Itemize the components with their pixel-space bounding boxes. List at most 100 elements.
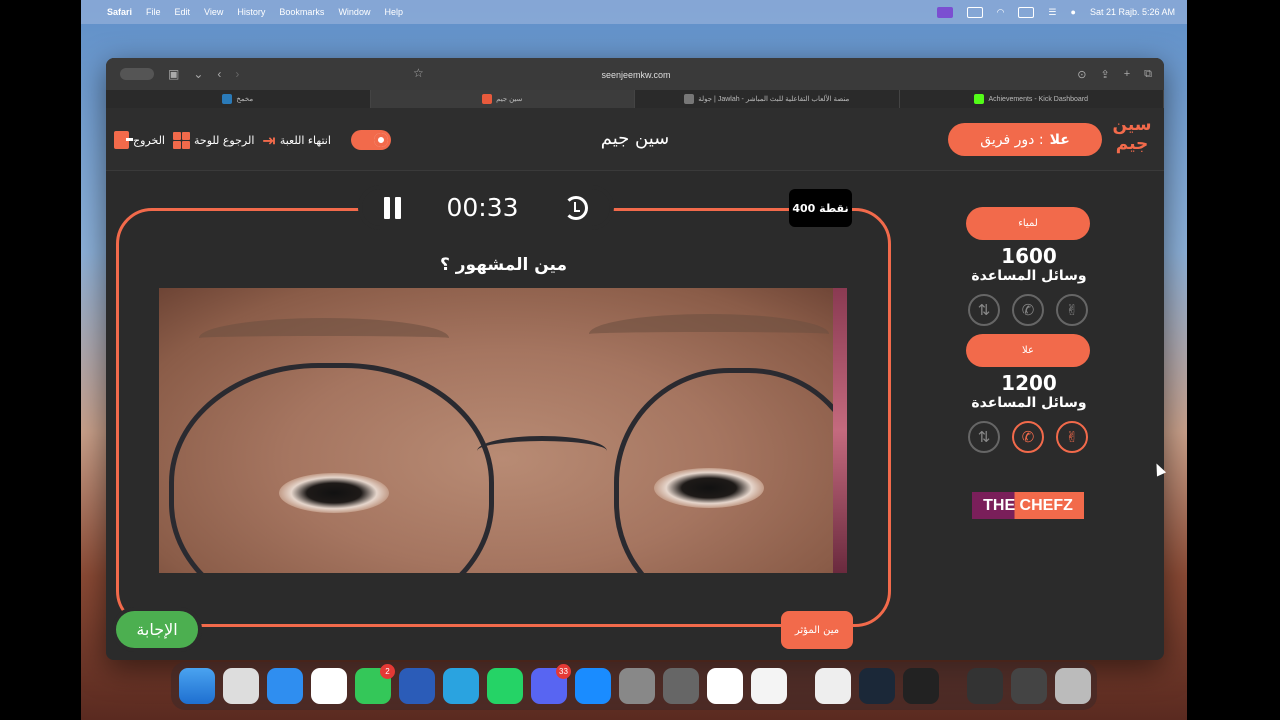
- peace-aid-icon[interactable]: ✌: [1056, 421, 1088, 453]
- menu-history[interactable]: History: [237, 7, 265, 17]
- image-brow-right: [589, 314, 829, 354]
- telegram-icon[interactable]: [443, 668, 479, 704]
- image-brow-left: [199, 318, 449, 358]
- menu-app-name[interactable]: Safari: [107, 7, 132, 17]
- phone-aid-icon[interactable]: ✆: [1012, 421, 1044, 453]
- screen-record-icon[interactable]: [936, 6, 953, 18]
- back-icon[interactable]: ‹: [217, 67, 221, 81]
- back-to-board-button[interactable]: الرجوع للوحة: [173, 131, 255, 149]
- game-board: 00:33 400 نقطة مين المشهور ؟ الإجابة مين…: [106, 171, 1164, 660]
- exit-button[interactable]: الخروج: [114, 131, 165, 149]
- safari-icon[interactable]: [267, 668, 303, 704]
- menu-bar: Safari File Edit View History Bookmarks …: [81, 0, 1187, 24]
- end-game-button[interactable]: ⇥ انتهاء اللعبة: [262, 131, 331, 150]
- menu-clock[interactable]: Sat 21 Rajb. 5:26 AM: [1090, 7, 1175, 17]
- tab-favicon: [974, 94, 985, 104]
- share-icon[interactable]: ⇪: [1100, 68, 1109, 81]
- timer-panel: 00:33: [362, 189, 610, 226]
- address-bar[interactable]: seenjeemkw.com: [426, 66, 846, 83]
- tab-favicon: [482, 94, 493, 104]
- exit-icon: [114, 131, 133, 149]
- control-center-icon[interactable]: ☰: [1048, 7, 1056, 18]
- keyboard-layout-icon[interactable]: [1018, 6, 1035, 18]
- sidebar-toggle-icon[interactable]: ▣: [168, 67, 179, 81]
- tab-2[interactable]: سين جيم: [370, 90, 635, 108]
- team-score: 1200: [1001, 371, 1057, 395]
- back-to-board-label: الرجوع للوحة: [194, 133, 255, 147]
- facetime-icon[interactable]: 2: [355, 664, 395, 704]
- arrow-exit-icon: ⇥: [262, 130, 276, 150]
- tab-overview-icon[interactable]: ⧉: [1144, 68, 1152, 81]
- menu-view[interactable]: View: [204, 7, 223, 17]
- steam-icon[interactable]: [859, 668, 895, 704]
- team-aids: ⇅ ✆ ✌: [968, 294, 1088, 326]
- tab-favicon: [222, 94, 233, 104]
- game-controls: الخروج الرجوع للوحة ⇥ انتهاء اللعبة: [114, 130, 391, 150]
- download-icon[interactable]: ⊙: [1077, 68, 1086, 81]
- pause-icon[interactable]: [384, 196, 401, 219]
- iphone-mirroring-icon[interactable]: [663, 668, 699, 704]
- tab-1[interactable]: مخمخ: [106, 90, 371, 108]
- safari-window: ▣ ⌄ ‹ › ☆ seenjeemkw.com ⊙ ⇪ + ⧉ مخمخ سي…: [106, 58, 1164, 660]
- forward-icon[interactable]: ›: [235, 67, 239, 81]
- team-aids: ⇅ ✆ ✌: [968, 421, 1088, 453]
- discord-icon[interactable]: 33: [531, 664, 571, 704]
- team-name-pill: لمياء: [966, 207, 1090, 240]
- obs-icon[interactable]: [903, 668, 939, 704]
- photos-icon[interactable]: [311, 668, 347, 704]
- category-tag: مين المؤثر: [781, 611, 853, 649]
- timer-display: 00:33: [446, 193, 519, 222]
- launchpad-icon[interactable]: [223, 668, 259, 704]
- menu-bookmarks[interactable]: Bookmarks: [279, 7, 324, 17]
- peace-aid-icon[interactable]: ✌: [1056, 294, 1088, 326]
- image-edge: [833, 288, 847, 573]
- question-text: مين المشهور ؟: [439, 255, 568, 275]
- game-header: سين جيم دور فريق : علا سين جيم الخروج ال…: [106, 108, 1164, 171]
- answer-button[interactable]: الإجابة: [116, 611, 198, 648]
- star-icon[interactable]: ☆: [413, 66, 424, 80]
- new-tab-icon[interactable]: +: [1124, 68, 1130, 81]
- chevron-down-icon[interactable]: ⌄: [193, 67, 203, 81]
- menu-help[interactable]: Help: [384, 7, 403, 17]
- phone-aid-icon[interactable]: ✆: [1012, 294, 1044, 326]
- reset-timer-icon[interactable]: [563, 195, 588, 220]
- team-aids-label: وسائل المساعدة: [971, 268, 1087, 284]
- tab-favicon: [684, 94, 695, 104]
- notification-badge: 33: [556, 664, 571, 679]
- menu-edit[interactable]: Edit: [175, 7, 191, 17]
- image-eye-right: [654, 468, 764, 508]
- board-grid-icon: [173, 131, 190, 149]
- word-icon[interactable]: [399, 668, 435, 704]
- remote-desktop-icon[interactable]: [707, 668, 743, 704]
- tab-bar: مخمخ سين جيم جولة | Jawlah - منصة الألعا…: [106, 90, 1164, 108]
- chrome-icon[interactable]: [751, 668, 787, 704]
- system-settings-icon[interactable]: [619, 668, 655, 704]
- wifi-icon[interactable]: ◠: [997, 7, 1005, 18]
- siri-icon[interactable]: ●: [1071, 7, 1076, 17]
- window-thumbnail-icon[interactable]: [967, 668, 1003, 704]
- window-controls[interactable]: [120, 68, 154, 80]
- app-store-icon[interactable]: [575, 668, 611, 704]
- team-name-pill: علا: [966, 334, 1090, 367]
- tab-label: مخمخ: [236, 96, 254, 103]
- team-score: 1600: [1001, 244, 1057, 268]
- menu-file[interactable]: File: [146, 7, 161, 17]
- window-thumbnail-icon[interactable]: [1011, 668, 1047, 704]
- tab-4[interactable]: Achievements - Kick Dashboard: [900, 90, 1164, 108]
- battery-icon[interactable]: [966, 6, 983, 18]
- tab-label: سين جيم: [496, 96, 523, 103]
- game-toggle[interactable]: [350, 130, 391, 150]
- swap-aid-icon[interactable]: ⇅: [968, 294, 1000, 326]
- finder-icon[interactable]: [179, 668, 215, 704]
- question-image: [159, 288, 847, 573]
- sponsor-logo: THE CHEFZ: [972, 492, 1084, 519]
- exit-label: الخروج: [133, 133, 165, 147]
- whatsapp-icon[interactable]: [487, 668, 523, 704]
- tab-3[interactable]: جولة | Jawlah - منصة الألعاب التفاعلية ل…: [635, 90, 900, 108]
- trash-icon[interactable]: [1055, 668, 1091, 704]
- capture-app-icon[interactable]: [815, 668, 851, 704]
- menu-window[interactable]: Window: [338, 7, 370, 17]
- desktop: Safari File Edit View History Bookmarks …: [81, 0, 1187, 720]
- points-badge: 400 نقطة: [789, 189, 852, 227]
- swap-aid-icon[interactable]: ⇅: [968, 421, 1000, 453]
